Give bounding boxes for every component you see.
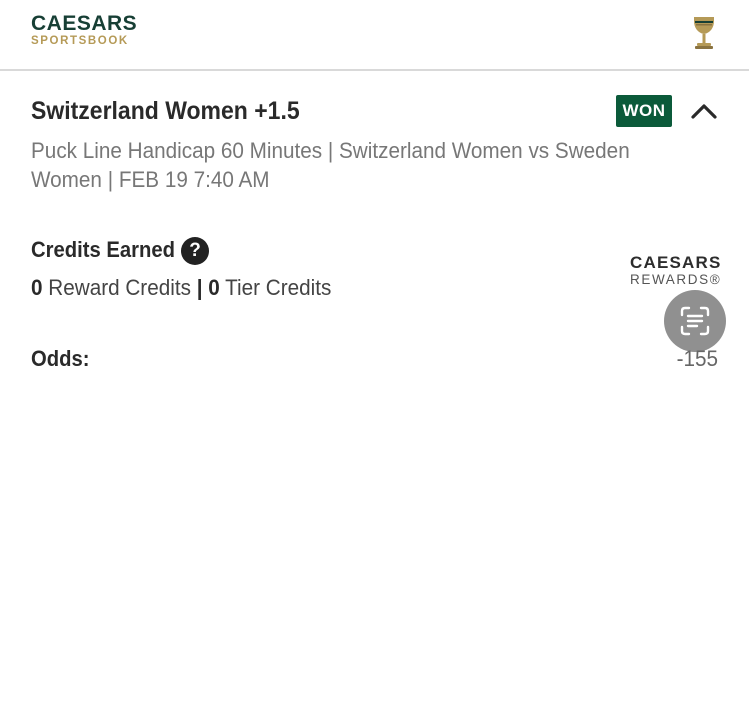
credits-earned-values: 0 Reward Credits | 0 Tier Credits: [31, 274, 331, 302]
chevron-up-icon[interactable]: [690, 101, 718, 121]
logo-brand-sub: SPORTSBOOK: [31, 35, 129, 47]
app-header: CAESARS SPORTSBOOK: [0, 0, 749, 71]
text-scan-button[interactable]: [664, 290, 726, 352]
odds-value: -155: [676, 346, 718, 371]
tier-credits-label: Tier Credits: [225, 275, 332, 300]
trophy-icon[interactable]: [691, 15, 717, 51]
text-scan-icon: [680, 306, 710, 336]
tier-credits-value: 0: [208, 275, 220, 300]
rewards-logo-main: CAESARS: [630, 253, 722, 272]
logo-brand-main: CAESARS: [31, 12, 138, 35]
odds-label: Odds:: [31, 346, 90, 371]
bet-market-details: Puck Line Handicap 60 Minutes | Switzerl…: [31, 138, 630, 192]
credits-earned-label: Credits Earned: [31, 237, 175, 262]
caesars-sportsbook-logo[interactable]: CAESARS SPORTSBOOK: [31, 13, 137, 48]
help-icon[interactable]: ?: [181, 237, 209, 265]
rewards-logo-sub: REWARDS®: [630, 272, 722, 287]
bet-status-badge: WON: [616, 95, 672, 127]
bet-selection-title: Switzerland Women +1.5: [31, 97, 300, 125]
credits-separator: |: [196, 275, 203, 300]
caesars-rewards-logo: CAESARS REWARDS®: [630, 254, 722, 288]
reward-credits-label: Reward Credits: [48, 275, 191, 300]
reward-credits-value: 0: [31, 275, 43, 300]
